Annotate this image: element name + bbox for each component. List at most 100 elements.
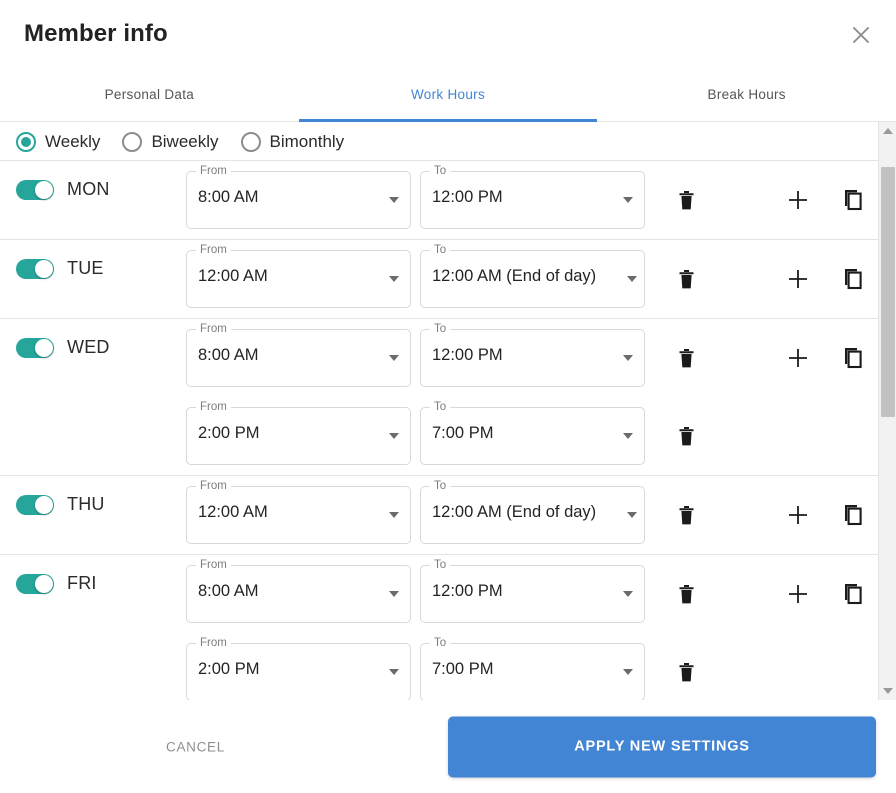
add-slot-button[interactable] bbox=[781, 577, 815, 611]
duplicate-slot-button[interactable] bbox=[837, 341, 871, 375]
field-value: 12:00 AM (End of day) bbox=[432, 267, 596, 286]
field-value: 12:00 PM bbox=[432, 188, 503, 207]
chevron-down-icon bbox=[389, 591, 399, 597]
slot-actions bbox=[645, 240, 878, 296]
slot-row: TUE From 12:00 AM To 12:00 AM (End of da… bbox=[0, 240, 878, 318]
to-select-wed-0[interactable]: To 12:00 PM bbox=[420, 329, 645, 387]
duplicate-slot-button[interactable] bbox=[837, 262, 871, 296]
tab-personal-data[interactable]: Personal Data bbox=[0, 68, 299, 121]
delete-slot-button[interactable] bbox=[669, 262, 703, 296]
duplicate-slot-button[interactable] bbox=[837, 577, 871, 611]
duplicate-slot-button[interactable] bbox=[837, 183, 871, 217]
radio-icon-bimonthly bbox=[241, 132, 261, 152]
slot-actions bbox=[645, 476, 878, 532]
radio-option-weekly[interactable]: Weekly bbox=[16, 132, 100, 152]
from-select-tue-0[interactable]: From 12:00 AM bbox=[186, 250, 411, 308]
to-select-mon-0[interactable]: To 12:00 PM bbox=[420, 171, 645, 229]
field-label-to: To bbox=[430, 400, 450, 414]
trash-icon bbox=[678, 348, 695, 369]
field-label-to: To bbox=[430, 243, 450, 257]
scroll-up-button[interactable] bbox=[879, 122, 896, 140]
delete-slot-button[interactable] bbox=[669, 183, 703, 217]
chevron-down-icon bbox=[623, 591, 633, 597]
toggle-knob bbox=[35, 339, 53, 357]
day-toggle-mon[interactable] bbox=[16, 180, 54, 200]
trash-icon bbox=[678, 662, 695, 683]
delete-slot-button[interactable] bbox=[669, 341, 703, 375]
day-label-tue: TUE bbox=[67, 258, 104, 279]
copy-icon bbox=[843, 347, 865, 369]
to-select-tue-0[interactable]: To 12:00 AM (End of day) bbox=[420, 250, 645, 308]
radio-option-bimonthly[interactable]: Bimonthly bbox=[241, 132, 345, 152]
day-cell-thu: THU bbox=[16, 476, 186, 515]
tab-label: Personal Data bbox=[105, 87, 194, 102]
add-slot-button[interactable] bbox=[781, 183, 815, 217]
radio-option-biweekly[interactable]: Biweekly bbox=[122, 132, 218, 152]
to-select-thu-0[interactable]: To 12:00 AM (End of day) bbox=[420, 486, 645, 544]
from-select-wed-1[interactable]: From 2:00 PM bbox=[186, 407, 411, 465]
trash-icon bbox=[678, 505, 695, 526]
vertical-scrollbar[interactable] bbox=[878, 122, 896, 700]
from-select-thu-0[interactable]: From 12:00 AM bbox=[186, 486, 411, 544]
to-select-fri-0[interactable]: To 12:00 PM bbox=[420, 565, 645, 623]
day-cell-tue: TUE bbox=[16, 240, 186, 279]
toggle-knob bbox=[35, 496, 53, 514]
frequency-radio-group: Weekly Biweekly Bimonthly bbox=[0, 122, 878, 160]
add-slot-button[interactable] bbox=[781, 498, 815, 532]
to-select-fri-1[interactable]: To 7:00 PM bbox=[420, 643, 645, 700]
field-value: 12:00 PM bbox=[432, 346, 503, 365]
day-group-thu: THU From 12:00 AM To 12:00 AM (End of da… bbox=[0, 475, 878, 554]
copy-icon bbox=[843, 504, 865, 526]
delete-slot-button[interactable] bbox=[669, 655, 703, 689]
day-toggle-thu[interactable] bbox=[16, 495, 54, 515]
tab-label: Break Hours bbox=[708, 87, 786, 102]
slot-row: WED From 8:00 AM To 12:00 PM bbox=[0, 319, 878, 397]
scrollbar-thumb[interactable] bbox=[881, 167, 895, 417]
field-value: 8:00 AM bbox=[198, 346, 259, 365]
day-toggle-fri[interactable] bbox=[16, 574, 54, 594]
duplicate-slot-button[interactable] bbox=[837, 498, 871, 532]
chevron-down-icon bbox=[389, 276, 399, 282]
chevron-down-icon bbox=[389, 669, 399, 675]
close-button[interactable] bbox=[844, 18, 878, 52]
day-cell-wed: WED bbox=[16, 319, 186, 358]
slot-actions bbox=[645, 161, 878, 217]
chevron-down-icon bbox=[623, 433, 633, 439]
day-group-tue: TUE From 12:00 AM To 12:00 AM (End of da… bbox=[0, 239, 878, 318]
delete-slot-button[interactable] bbox=[669, 498, 703, 532]
scroll-down-button[interactable] bbox=[879, 682, 896, 700]
day-toggle-tue[interactable] bbox=[16, 259, 54, 279]
from-select-fri-0[interactable]: From 8:00 AM bbox=[186, 565, 411, 623]
apply-new-settings-button[interactable]: APPLY NEW SETTINGS bbox=[448, 716, 876, 777]
delete-slot-button[interactable] bbox=[669, 419, 703, 453]
dialog-body: Weekly Biweekly Bimonthly MON bbox=[0, 122, 896, 700]
field-label-from: From bbox=[196, 164, 231, 178]
tab-bar: Personal Data Work Hours Break Hours bbox=[0, 68, 896, 122]
cancel-button[interactable]: CANCEL bbox=[152, 729, 239, 764]
slot-row: From 2:00 PM To 7:00 PM bbox=[0, 633, 878, 700]
day-toggle-wed[interactable] bbox=[16, 338, 54, 358]
delete-slot-button[interactable] bbox=[669, 577, 703, 611]
field-value: 8:00 AM bbox=[198, 582, 259, 601]
slot-row: FRI From 8:00 AM To 12:00 PM bbox=[0, 555, 878, 633]
trash-icon bbox=[678, 426, 695, 447]
chevron-down-icon bbox=[883, 688, 893, 694]
radio-label-bimonthly: Bimonthly bbox=[270, 132, 345, 152]
field-label-to: To bbox=[430, 322, 450, 336]
dialog-header: Member info bbox=[0, 0, 896, 68]
add-slot-button[interactable] bbox=[781, 341, 815, 375]
tab-work-hours[interactable]: Work Hours bbox=[299, 68, 598, 121]
copy-icon bbox=[843, 189, 865, 211]
tab-break-hours[interactable]: Break Hours bbox=[597, 68, 896, 121]
field-value: 8:00 AM bbox=[198, 188, 259, 207]
from-select-mon-0[interactable]: From 8:00 AM bbox=[186, 171, 411, 229]
to-select-wed-1[interactable]: To 7:00 PM bbox=[420, 407, 645, 465]
from-select-fri-1[interactable]: From 2:00 PM bbox=[186, 643, 411, 700]
add-slot-button[interactable] bbox=[781, 262, 815, 296]
slot-actions bbox=[645, 633, 878, 689]
from-select-wed-0[interactable]: From 8:00 AM bbox=[186, 329, 411, 387]
chevron-up-icon bbox=[883, 128, 893, 134]
slot-row: THU From 12:00 AM To 12:00 AM (End of da… bbox=[0, 476, 878, 554]
slot-actions bbox=[645, 555, 878, 611]
day-label-fri: FRI bbox=[67, 573, 97, 594]
